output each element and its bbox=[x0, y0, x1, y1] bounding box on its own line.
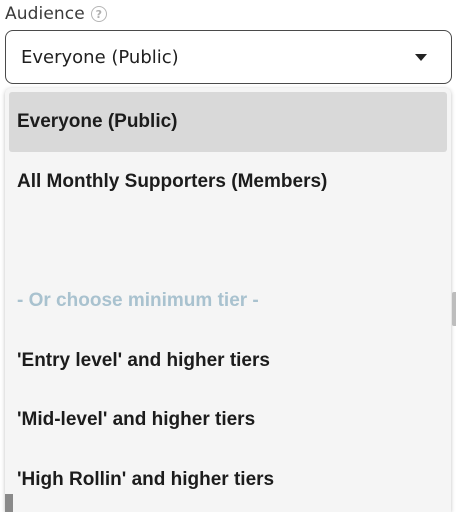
option-mid-level[interactable]: 'Mid-level' and higher tiers bbox=[9, 390, 447, 450]
audience-selector: Audience ? Everyone (Public) Everyone (P… bbox=[0, 0, 456, 512]
option-high-rollin[interactable]: 'High Rollin' and higher tiers bbox=[9, 450, 447, 510]
option-everyone-public[interactable]: Everyone (Public) bbox=[9, 92, 447, 152]
audience-label-row: Audience ? bbox=[5, 2, 107, 26]
background-edge bbox=[5, 494, 13, 512]
option-blank[interactable] bbox=[9, 212, 447, 272]
chevron-down-icon bbox=[415, 53, 427, 61]
audience-select-value: Everyone (Public) bbox=[21, 46, 179, 68]
option-entry-level[interactable]: 'Entry level' and higher tiers bbox=[9, 331, 447, 391]
audience-select[interactable]: Everyone (Public) bbox=[5, 30, 452, 84]
option-group-label-minimum-tier: - Or choose minimum tier - bbox=[17, 290, 259, 311]
audience-label: Audience bbox=[5, 4, 85, 24]
help-icon[interactable]: ? bbox=[90, 6, 107, 22]
background-control-edge bbox=[452, 292, 456, 326]
option-all-monthly-supporters[interactable]: All Monthly Supporters (Members) bbox=[9, 152, 447, 212]
audience-dropdown-menu: Everyone (Public) All Monthly Supporters… bbox=[5, 88, 451, 512]
